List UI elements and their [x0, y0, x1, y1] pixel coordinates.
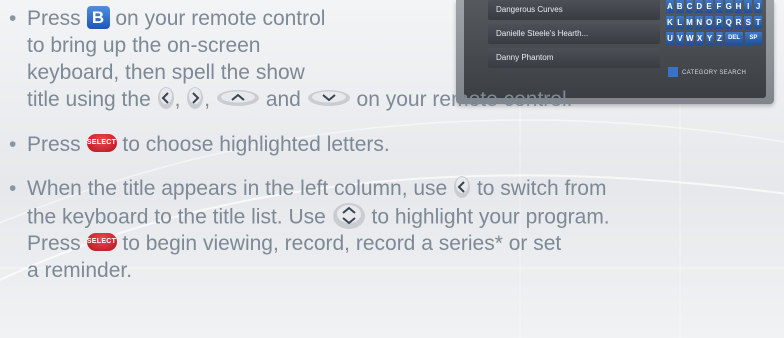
b-button-icon: B — [86, 5, 110, 29]
select-button-icon: SELECT — [86, 134, 117, 153]
instruction-text: to switch from — [476, 177, 607, 200]
bullet: • — [9, 133, 17, 156]
instruction-text: on your remote control — [115, 7, 326, 30]
instruction-text: on your remote control. — [356, 88, 573, 111]
up-arrow-button-icon — [216, 90, 259, 107]
instruction-text: keyboard, then spell the show — [27, 61, 305, 84]
instructions: • Press B on your remote control to bring… — [0, 0, 784, 338]
instruction-text: the keyboard to the title list. Use — [27, 205, 326, 229]
left-arrow-button-icon — [157, 87, 174, 110]
bullet: • — [9, 177, 17, 200]
left-arrow-button-icon — [454, 176, 471, 199]
select-button-icon: SELECT — [86, 233, 117, 252]
bullet: • — [9, 7, 17, 30]
instruction-text: title using the — [27, 88, 151, 111]
instruction-text: to choose highlighted letters. — [122, 133, 390, 156]
instruction-text: Press — [27, 7, 81, 30]
instruction-line: Press SELECT to begin viewing, record, r… — [27, 231, 561, 257]
instruction-line: title using the , , and on your remote c… — [27, 87, 572, 113]
instruction-text: a reminder. — [27, 259, 133, 282]
instruction-item-1: • Press B on your remote control — [9, 5, 326, 32]
instruction-text: Press — [27, 232, 81, 255]
instruction-text: and — [265, 88, 301, 111]
instruction-text: to highlight your program. — [371, 205, 610, 229]
instruction-text: , — [174, 88, 181, 111]
instruction-text: , — [204, 88, 211, 111]
instruction-line: the keyboard to the title list. Use to h… — [27, 203, 610, 232]
page-up-down-button-icon — [332, 203, 365, 229]
instruction-text: Press — [27, 133, 81, 156]
right-arrow-button-icon — [187, 87, 204, 110]
instruction-item-2: • Press SELECT to choose highlighted lett… — [9, 132, 390, 158]
instruction-item-3: • When the title appears in the left colu… — [9, 176, 606, 202]
instruction-text: When the title appears in the left colum… — [27, 177, 448, 200]
instruction-text: to begin viewing, record, record a serie… — [122, 232, 562, 255]
down-arrow-button-icon — [307, 90, 350, 107]
instruction-text: to bring up the on-screen — [27, 34, 261, 57]
